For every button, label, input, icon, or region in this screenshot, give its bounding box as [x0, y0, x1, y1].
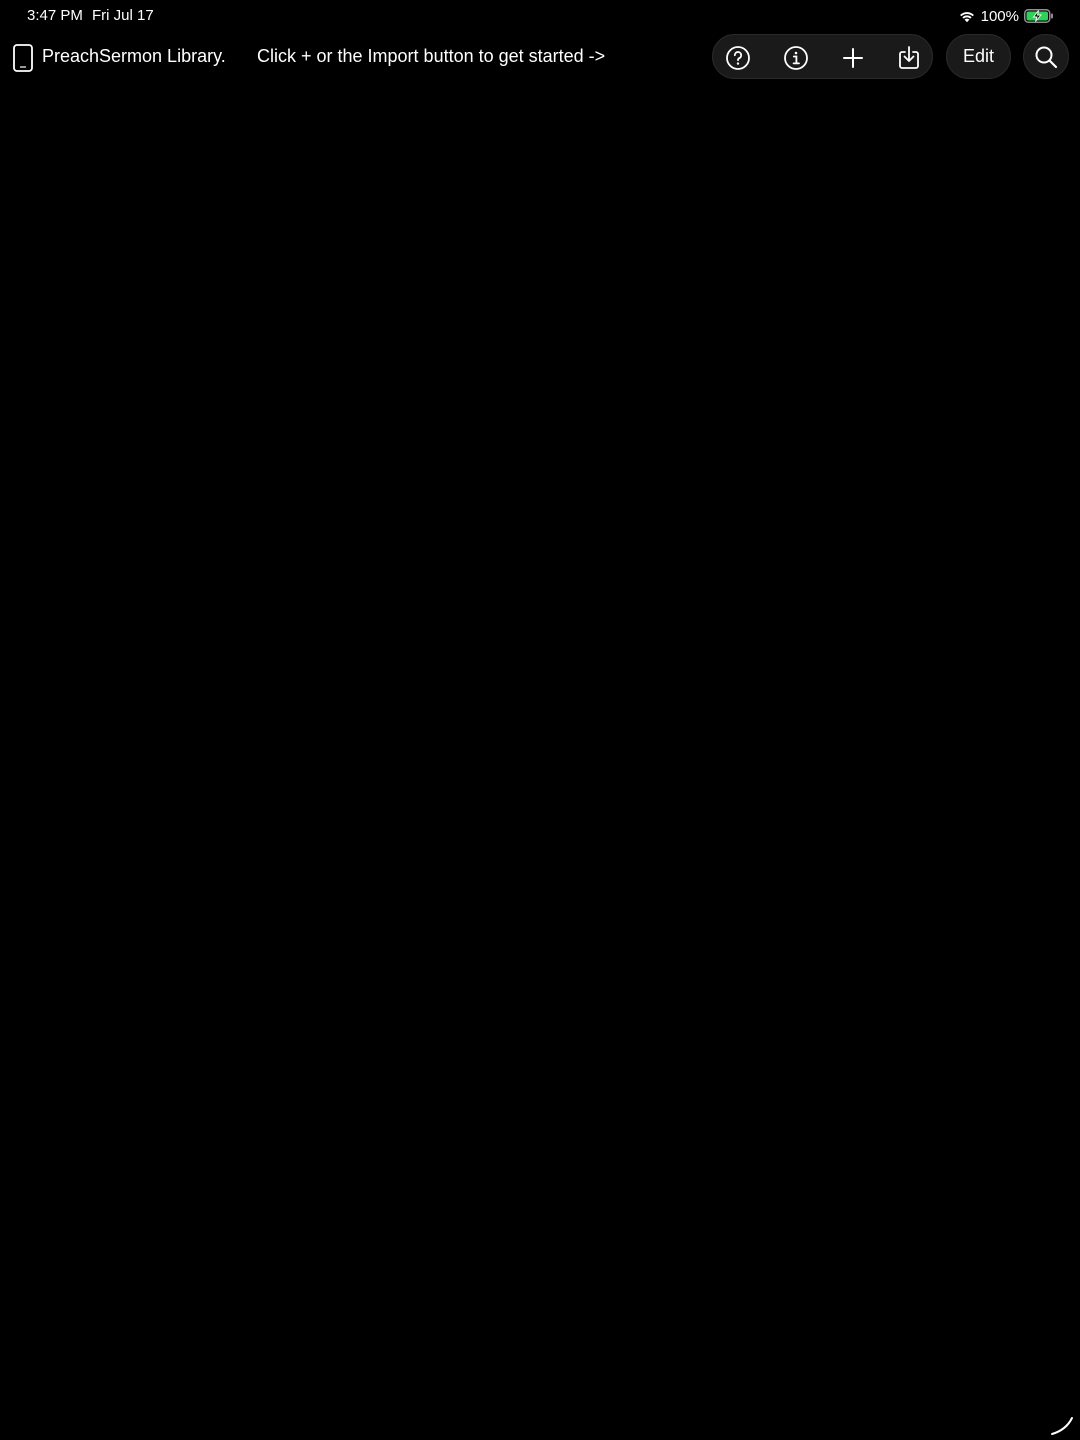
- ipad-device-icon: [13, 44, 33, 72]
- info-circle-icon: [784, 45, 808, 70]
- toolbar-button-group: [712, 34, 933, 79]
- battery-percent: 100%: [980, 7, 1019, 25]
- question-circle-icon: [726, 45, 750, 70]
- wifi-icon: [959, 12, 974, 23]
- add-button[interactable]: [830, 35, 876, 80]
- magnifying-glass-icon: [1035, 46, 1058, 68]
- plus-icon: [843, 47, 863, 68]
- help-button[interactable]: [715, 35, 761, 80]
- get-started-hint: Click + or the Import button to get star…: [257, 46, 606, 66]
- import-tray-icon: [899, 45, 919, 69]
- status-time: 3:47 PM: [27, 7, 83, 24]
- status-date: Fri Jul 17: [92, 7, 154, 24]
- import-button[interactable]: [886, 35, 932, 80]
- navigation-bar: PreachSermon Library. Click + or the Imp…: [0, 34, 1080, 80]
- edit-button[interactable]: Edit: [946, 34, 1011, 79]
- library-title: PreachSermon Library.: [42, 46, 226, 66]
- library-content-area: [0, 90, 1080, 1420]
- corner-grabber-icon[interactable]: [1050, 1410, 1076, 1436]
- app-screen: 3:47 PM Fri Jul 17 100% PreachSermon Lib…: [0, 0, 1080, 1440]
- search-button[interactable]: [1023, 34, 1069, 79]
- battery-charging-icon: [1024, 9, 1053, 23]
- status-bar: 3:47 PM Fri Jul 17 100%: [0, 0, 1080, 34]
- status-indicators: 100%: [958, 6, 1054, 26]
- info-button[interactable]: [773, 35, 819, 80]
